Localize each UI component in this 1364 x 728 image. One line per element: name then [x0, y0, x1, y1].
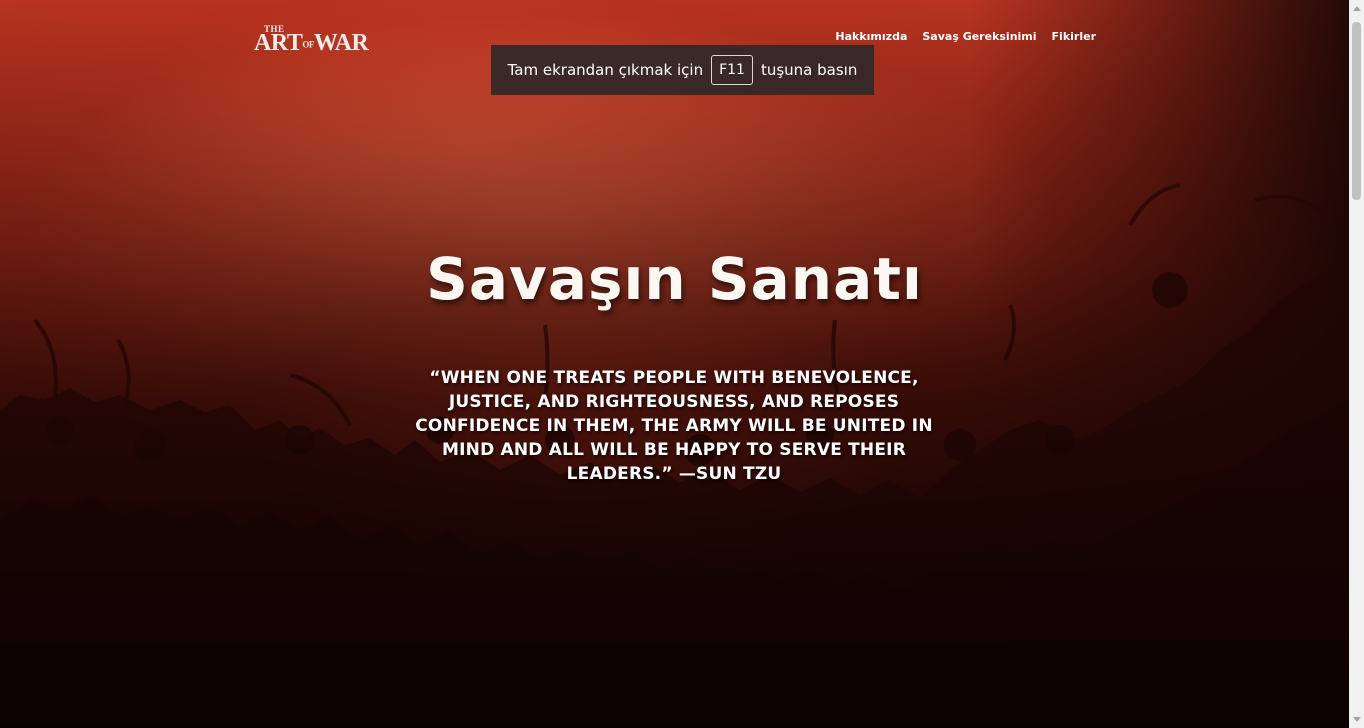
battle-crowd-silhouette — [0, 0, 1349, 728]
toast-text-before: Tam ekrandan çıkmak için — [507, 61, 704, 79]
main-nav: Hakkımızda Savaş Gereksinimi Fikirler — [835, 30, 1096, 43]
page-title: Savaşın Sanatı — [426, 244, 923, 313]
nav-link-about[interactable]: Hakkımızda — [835, 30, 907, 43]
fullscreen-exit-notice: Tam ekrandan çıkmak için F11 tuşuna bası… — [491, 45, 874, 95]
f11-key-badge: F11 — [711, 55, 753, 85]
hero-quote: “WHEN ONE TREATS PEOPLE WITH BENEVOLENCE… — [415, 368, 933, 484]
scroll-up-arrow-icon[interactable] — [1353, 6, 1361, 11]
scroll-down-arrow-icon[interactable] — [1353, 717, 1361, 722]
toast-text-after: tuşuna basın — [760, 61, 858, 79]
vertical-scrollbar[interactable] — [1349, 0, 1364, 728]
nav-link-war-requirement[interactable]: Savaş Gereksinimi — [922, 30, 1036, 43]
scrollbar-thumb[interactable] — [1352, 22, 1361, 200]
nav-link-ideas[interactable]: Fikirler — [1052, 30, 1096, 43]
art-of-war-logo[interactable]: THE ARTOFWAR — [254, 24, 369, 58]
hero-background — [0, 0, 1349, 728]
logo-wordmark: ARTOFWAR — [254, 30, 369, 56]
